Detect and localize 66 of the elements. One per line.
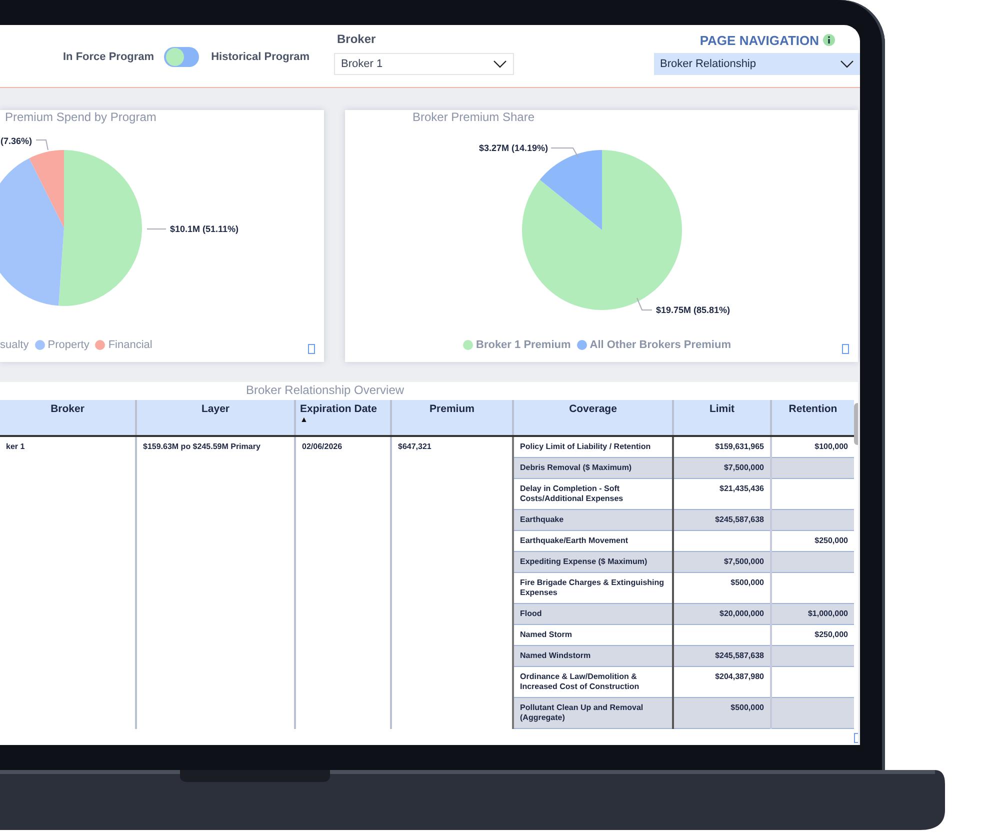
table-title: Broker Relationship Overview: [245, 382, 406, 399]
column-header[interactable]: Coverage: [569, 403, 617, 415]
table-cell: $7,500,000: [724, 463, 764, 472]
table-cell: $159,631,965: [715, 442, 764, 451]
table-cell: 02/06/2026: [302, 442, 342, 451]
sort-arrow[interactable]: ▲: [300, 415, 308, 424]
table-cell: $647,321: [398, 442, 432, 451]
table-cell: Policy Limit of Liability / Retention: [520, 442, 651, 451]
info-icon[interactable]: [823, 34, 835, 46]
page-navigation-dropdown[interactable]: Broker Relationship: [654, 53, 860, 75]
table-cell: $7,500,000: [724, 557, 764, 566]
legend-label: sualty: [0, 339, 29, 351]
data-label: $10.1M (51.11%): [170, 224, 239, 234]
table-cell: Named Windstorm: [520, 651, 591, 660]
table-cell: Earthquake: [520, 515, 564, 524]
legend-label: Property: [48, 339, 90, 351]
column-header[interactable]: Layer: [201, 403, 230, 415]
legend-label: Broker 1 Premium: [476, 339, 571, 351]
table-cell: $21,435,436: [720, 484, 764, 493]
column-header[interactable]: Broker: [50, 403, 84, 415]
column-header[interactable]: Premium: [430, 403, 474, 415]
legend-label: Financial: [108, 339, 152, 351]
leader-line: [146, 228, 166, 230]
table-cell: ker 1: [6, 442, 25, 451]
table-cell: Debris Removal ($ Maximum): [520, 463, 632, 472]
column-header[interactable]: Expiration Date: [300, 403, 378, 415]
table-cell: $500,000: [730, 578, 764, 587]
table-cell: $250,000: [814, 536, 848, 545]
table-cell: $245,587,638: [715, 651, 764, 660]
table-cell: $159.63M po $245.59M Primary: [143, 442, 260, 451]
leader-line: [636, 298, 652, 310]
data-label: (7.36%): [0, 136, 32, 146]
legend-label: All Other Brokers Premium: [590, 339, 731, 351]
table-cell: Delay in Completion - Soft Costs/Additional Expenses: [520, 484, 624, 503]
table-cell: Flood: [520, 609, 542, 618]
table-cell: Pollutant Clean Up and Removal (Aggregate): [520, 703, 644, 722]
table-cell: $245,587,638: [715, 515, 764, 524]
data-label: $3.27M (14.19%): [478, 143, 548, 153]
table-cell: $1,000,000: [808, 609, 848, 618]
toggle-switch[interactable]: [164, 47, 200, 67]
chart-title: Premium Spend by Program: [4, 110, 158, 126]
chevron-down-icon: [840, 60, 854, 68]
column-header[interactable]: Retention: [788, 403, 838, 415]
column-header[interactable]: Limit: [709, 403, 735, 415]
table-cell: $500,000: [730, 703, 764, 712]
table-cell: $204,387,980: [715, 672, 764, 681]
table-cell: Expediting Expense ($ Maximum): [520, 557, 648, 566]
table-cell: Ordinance & Law/Demolition & Increased Cost of Construction: [520, 672, 640, 691]
table-cell: Earthquake/Earth Movement: [520, 536, 628, 545]
leader-line: [550, 148, 578, 158]
toggle-label: Historical Program: [211, 51, 310, 63]
data-label: $19.75M (85.81%): [656, 305, 730, 315]
table-cell: Fire Brigade Charges & Extinguishing Expenses: [520, 578, 664, 597]
page-navigation-title: PAGE NAVIGATION: [700, 32, 819, 48]
toggle-label: In Force Program: [63, 51, 154, 63]
table-cell: $20,000,000: [720, 609, 764, 618]
chart-title: Broker Premium Share: [411, 110, 536, 126]
focus-mode-icon[interactable]: [308, 344, 315, 354]
slicer-label: Broker: [337, 32, 376, 48]
leader-line: [36, 140, 48, 150]
focus-mode-icon[interactable]: [842, 344, 849, 354]
broker-dropdown[interactable]: Broker 1: [334, 53, 514, 75]
chevron-down-icon: [493, 60, 507, 68]
table-cell: $100,000: [814, 442, 848, 451]
table-cell: $250,000: [814, 630, 848, 639]
table-cell: Named Storm: [520, 630, 572, 639]
